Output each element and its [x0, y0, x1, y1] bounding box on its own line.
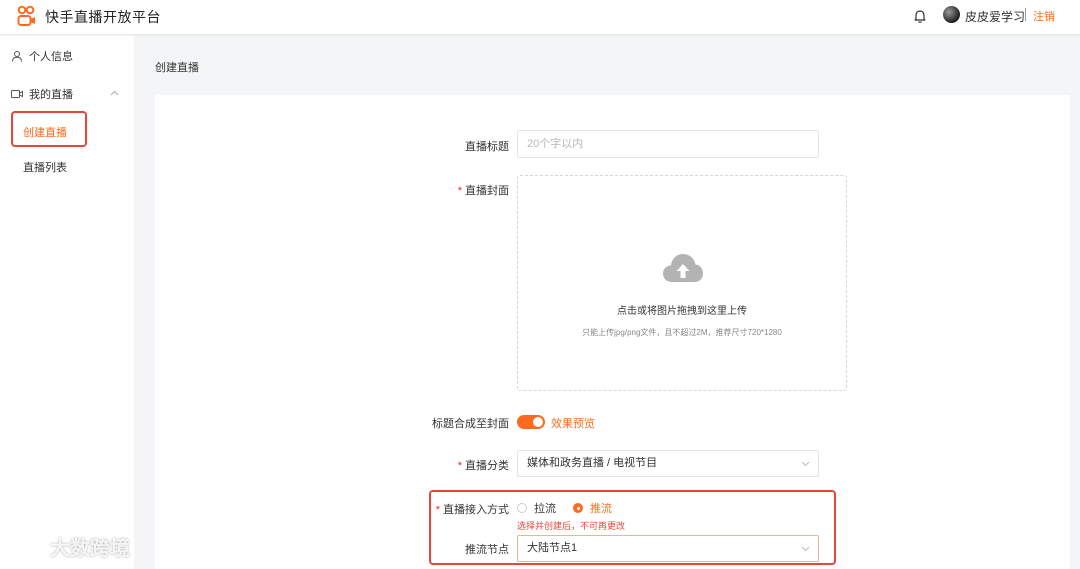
compose-title-toggle[interactable]	[517, 415, 545, 429]
title-label: 直播标题	[465, 141, 509, 153]
bell-icon[interactable]	[912, 8, 928, 24]
watermark-logo-icon	[10, 535, 47, 556]
video-camera-icon	[11, 90, 23, 98]
required-mark: *	[457, 460, 462, 472]
breadcrumb: 创建直播	[155, 62, 199, 74]
sidebar-item-personal-info[interactable]: 个人信息	[0, 45, 134, 67]
username[interactable]: 皮皮爱学习	[965, 8, 1025, 25]
chevron-up-icon[interactable]	[110, 90, 119, 96]
logout-link[interactable]: 注销	[1033, 8, 1055, 24]
compose-title-label: 标题合成至封面	[432, 418, 509, 430]
watermark-text: 大数跨境	[50, 538, 130, 560]
upload-hint: 点击或将图片拖拽到这里上传	[617, 306, 747, 317]
category-select[interactable]: 媒体和政务直播 / 电视节目	[517, 450, 819, 477]
sidebar-item-live-list[interactable]: 直播列表	[23, 159, 67, 175]
user-icon	[12, 51, 22, 62]
sidebar-item-label: 个人信息	[29, 51, 73, 63]
toggle-knob	[533, 417, 543, 427]
highlight-box	[11, 111, 87, 147]
sidebar-item-label: 我的直播	[29, 89, 73, 101]
category-label: * 直播分类	[457, 460, 509, 472]
watermark: 大数跨境	[8, 532, 130, 561]
category-value: 媒体和政务直播 / 电视节目	[527, 457, 658, 469]
cloud-upload-icon	[663, 254, 703, 282]
kuaishou-logo[interactable]	[16, 5, 36, 27]
required-mark: *	[457, 185, 462, 197]
chevron-down-icon	[801, 461, 810, 467]
top-bar: 快手直播开放平台 皮皮爱学习 注销	[0, 0, 1080, 35]
cover-upload-dropzone[interactable]: 点击或将图片拖拽到这里上传 只能上传jpg/png文件，且不超过2M，推荐尺寸7…	[517, 175, 847, 391]
upload-requirements: 只能上传jpg/png文件，且不超过2M，推荐尺寸720*1280	[582, 328, 782, 337]
divider	[1025, 8, 1026, 21]
preview-link[interactable]: 效果预览	[551, 415, 595, 431]
cover-label: * 直播封面	[457, 185, 509, 197]
highlight-box	[429, 490, 836, 565]
live-title-input[interactable]	[517, 130, 819, 158]
avatar[interactable]	[943, 6, 960, 23]
app-title: 快手直播开放平台	[45, 9, 161, 25]
